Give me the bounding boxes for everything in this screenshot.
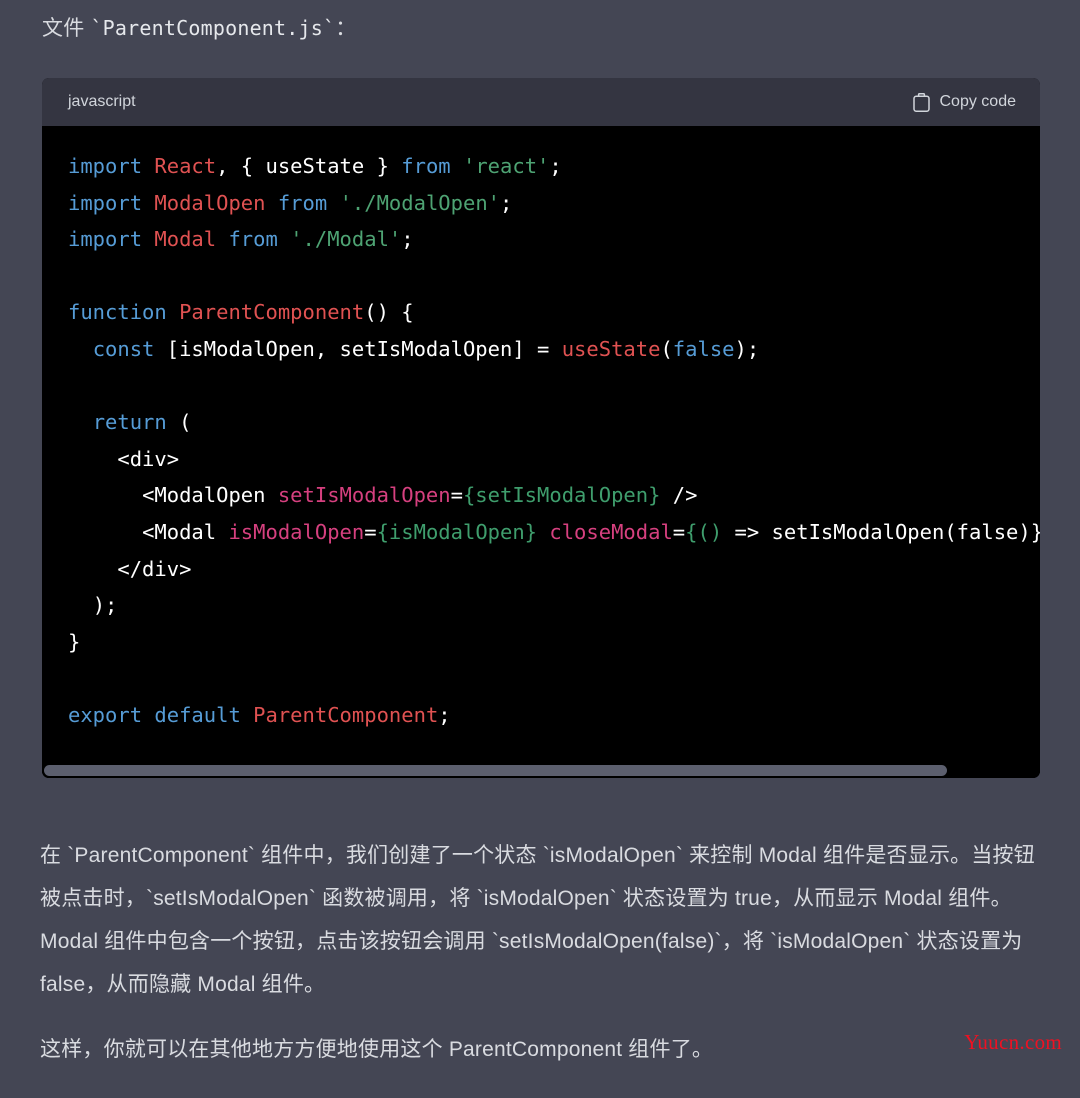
intro-line: 文件 `ParentComponent.js`： <box>42 12 356 45</box>
bottom-strip <box>0 1088 1080 1098</box>
intro-filename: `ParentComponent.js` <box>90 16 335 40</box>
explanation-paragraph-2: 这样，你就可以在其他地方方便地使用这个 ParentComponent 组件了。 <box>40 1028 1042 1071</box>
clipboard-icon <box>913 93 930 112</box>
horizontal-scrollbar-track[interactable] <box>42 762 1040 778</box>
code-block: javascript Copy code import React, { use… <box>42 78 1040 778</box>
code-language-label: javascript <box>68 93 136 111</box>
explanation-paragraph-1: 在 `ParentComponent` 组件中，我们创建了一个状态 `isMod… <box>40 834 1042 1006</box>
site-watermark: Yuucn.com <box>964 1030 1062 1055</box>
explanation-section: 在 `ParentComponent` 组件中，我们创建了一个状态 `isMod… <box>40 834 1042 1071</box>
copy-code-button[interactable]: Copy code <box>913 93 1017 112</box>
intro-prefix: 文件 <box>42 17 90 40</box>
code-content: import React, { useState } from 'react';… <box>42 148 1040 734</box>
code-block-body[interactable]: import React, { useState } from 'react';… <box>42 126 1040 778</box>
code-block-header: javascript Copy code <box>42 78 1040 126</box>
copy-code-label: Copy code <box>940 93 1017 111</box>
intro-suffix: ： <box>335 17 356 40</box>
chat-response-page: 文件 `ParentComponent.js`： javascript Copy… <box>0 0 1080 1098</box>
horizontal-scrollbar-thumb[interactable] <box>44 765 947 776</box>
